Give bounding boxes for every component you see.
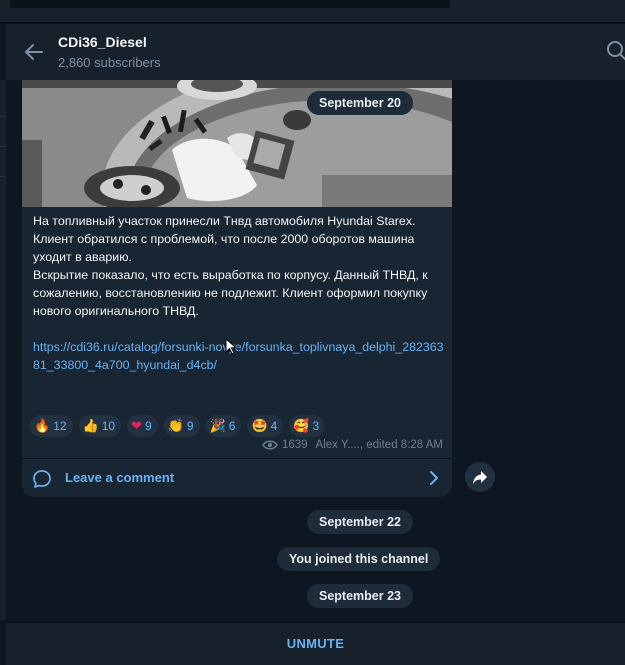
window-top-strip: [0, 0, 625, 24]
leave-comment-button[interactable]: Leave a comment: [22, 459, 452, 497]
heart-emoji: ❤: [131, 418, 142, 433]
star-struck-emoji: 🤩: [251, 418, 268, 433]
unmute-button[interactable]: UNMUTE: [6, 623, 625, 665]
search-icon[interactable]: [603, 40, 625, 62]
reaction-heart[interactable]: ❤ 9: [127, 415, 158, 437]
chat-list-edge: [0, 80, 6, 620]
date-separator: September 23: [307, 584, 413, 608]
post-link[interactable]: https://cdi36.ru/catalog/forsunki-novye/…: [33, 340, 444, 372]
date-separator: September 22: [307, 510, 413, 534]
reaction-clap[interactable]: 👏 9: [163, 415, 200, 437]
reaction-count: 10: [101, 419, 116, 433]
bottom-bar: UNMUTE: [6, 622, 625, 665]
arrow-left-icon[interactable]: [22, 40, 46, 64]
fire-emoji: 🔥: [34, 418, 51, 433]
reaction-fire[interactable]: 🔥 12: [30, 415, 73, 437]
share-button[interactable]: [465, 462, 495, 492]
reaction-count: 3: [312, 419, 320, 433]
reactions-bar: 🔥 12 👍 10 ❤ 9 👏 9 🎉 6 🤩 4 🥰 3: [30, 415, 326, 437]
reaction-smiling-hearts[interactable]: 🥰 3: [289, 415, 326, 437]
post-text: На топливный участок принесли Тнвд автом…: [33, 212, 445, 374]
reaction-count: 6: [228, 419, 236, 433]
subscriber-count: 2,860 subscribers: [58, 55, 161, 70]
window-top-dark-bar: [10, 0, 450, 8]
share-arrow-icon: [473, 471, 487, 484]
post-paragraph: Клиент обратился с проблемой, что после …: [33, 232, 415, 264]
channel-post: September 20 На топливный участок принес…: [22, 80, 452, 497]
reaction-star-struck[interactable]: 🤩 4: [247, 415, 284, 437]
author-and-time: Alex Y...., edited 8:28 AM: [315, 439, 443, 451]
post-paragraph: Вскрытие показало, что есть выработка по…: [33, 268, 428, 318]
clap-emoji: 👏: [167, 418, 184, 433]
reaction-count: 9: [145, 419, 152, 433]
photo-date-badge: September 20: [307, 91, 413, 115]
comment-bubble-icon: [33, 470, 51, 488]
party-popper-emoji: 🎉: [209, 418, 226, 433]
view-count: 1639: [281, 439, 308, 451]
smiling-hearts-emoji: 🥰: [293, 418, 310, 433]
reaction-party[interactable]: 🎉 6: [205, 415, 242, 437]
post-paragraph: На топливный участок принесли Тнвд автом…: [33, 214, 416, 228]
post-meta: 1639 Alex Y...., edited 8:28 AM: [262, 439, 443, 451]
channel-title[interactable]: CDi36_Diesel: [58, 34, 147, 50]
thumbs-up-emoji: 👍: [82, 418, 99, 433]
reaction-count: 9: [186, 419, 194, 433]
eye-icon: [262, 440, 278, 450]
joined-channel-notice: You joined this channel: [277, 547, 441, 571]
chevron-right-icon: [430, 471, 438, 485]
mouse-cursor-icon: [225, 338, 237, 355]
reaction-thumbs-up[interactable]: 👍 10: [78, 415, 122, 437]
chat-header: CDi36_Diesel 2,860 subscribers: [6, 24, 625, 80]
post-photo[interactable]: September 20: [22, 80, 452, 207]
leave-comment-label: Leave a comment: [65, 470, 175, 485]
reaction-count: 4: [270, 419, 278, 433]
reaction-count: 12: [53, 419, 67, 433]
